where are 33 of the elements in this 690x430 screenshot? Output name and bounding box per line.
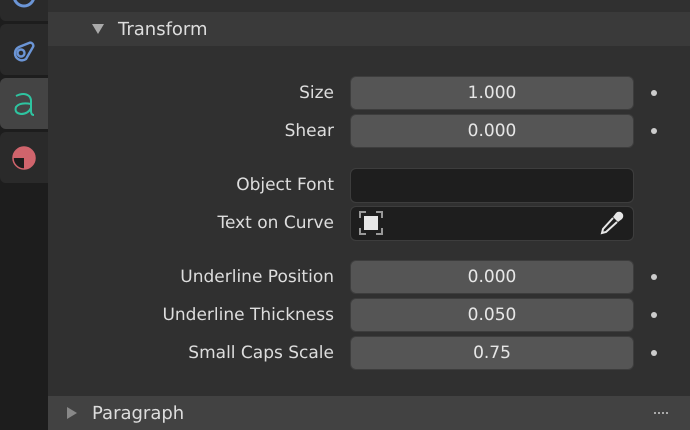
field-label: Size — [298, 83, 335, 103]
keyframe-dot[interactable] — [651, 128, 657, 134]
panel-title: Transform — [118, 18, 208, 40]
field-label: Shear — [284, 121, 335, 141]
panel-title: Paragraph — [92, 402, 184, 424]
object-field[interactable] — [350, 206, 634, 240]
keyframe-dot[interactable] — [651, 90, 657, 96]
number-field[interactable]: 0.75 — [350, 336, 634, 370]
properties-tab[interactable] — [0, 24, 48, 75]
field-label: Underline Position — [179, 267, 335, 287]
font-field[interactable] — [350, 168, 634, 202]
object-icon — [359, 211, 383, 235]
number-field[interactable]: 0.000 — [350, 260, 634, 294]
keyframe-dot[interactable] — [651, 350, 657, 356]
field-label: Text on Curve — [216, 213, 335, 233]
keyframe-dot[interactable] — [651, 312, 657, 318]
panel-header[interactable]: Paragraph — [48, 396, 690, 430]
properties-tab[interactable] — [0, 132, 48, 183]
field-label: Underline Thickness — [161, 305, 335, 325]
number-field[interactable]: 0.050 — [350, 298, 634, 332]
field-label: Small Caps Scale — [187, 343, 335, 363]
panel-header[interactable]: Transform — [48, 12, 690, 46]
material-icon — [11, 144, 37, 170]
font-icon — [12, 90, 36, 116]
number-field[interactable]: 1.000 — [350, 76, 634, 110]
eyedropper-icon[interactable] — [599, 210, 625, 236]
field-label: Object Font — [235, 175, 335, 195]
number-field[interactable]: 0.000 — [350, 114, 634, 148]
properties-tab[interactable] — [0, 78, 48, 129]
drag-handle-icon[interactable] — [654, 411, 668, 415]
keyframe-dot[interactable] — [651, 274, 657, 280]
expand-arrow-icon — [66, 407, 78, 419]
collapse-arrow-icon — [92, 23, 104, 35]
